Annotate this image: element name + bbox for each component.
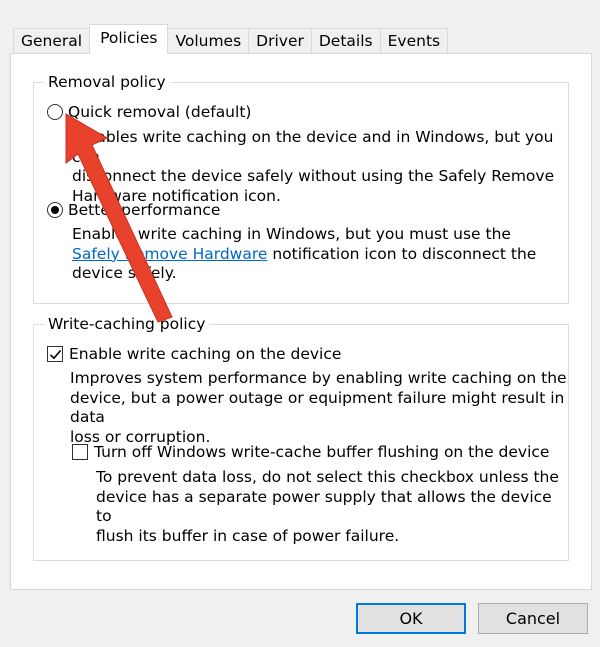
quick-removal-description: Disables write caching on the device and… [72, 128, 555, 205]
turn-off-flushing-label: Turn off Windows write-cache buffer flus… [94, 443, 550, 461]
better-performance-label: Better performance [68, 201, 221, 219]
cancel-button[interactable]: Cancel [478, 603, 588, 634]
write-caching-policy-title: Write-caching policy [44, 314, 210, 334]
policies-panel: Removal policy Quick removal (default) D… [10, 53, 592, 590]
checkmark-icon [49, 349, 61, 359]
tab-policies[interactable]: Policies [89, 24, 169, 54]
turn-off-flushing-checkbox[interactable] [72, 444, 88, 460]
enable-write-caching-checkbox[interactable] [47, 346, 63, 362]
better-performance-description: Enables write caching in Windows, but yo… [72, 225, 537, 282]
quick-removal-option[interactable]: Quick removal (default) [47, 103, 251, 121]
tab-details[interactable]: Details [310, 28, 381, 54]
enable-write-caching-option[interactable]: Enable write caching on the device [47, 345, 341, 363]
safely-remove-hardware-link[interactable]: Safely Remove Hardware [72, 245, 267, 263]
quick-removal-radio[interactable] [47, 104, 63, 120]
quick-removal-label: Quick removal (default) [68, 103, 252, 121]
tab-driver[interactable]: Driver [248, 28, 312, 54]
write-caching-policy-group: Write-caching policy Enable write cachin… [33, 314, 569, 561]
better-performance-option[interactable]: Better performance [47, 201, 220, 219]
tab-strip: General Policies Volumes Driver Details … [13, 24, 449, 54]
removal-policy-title: Removal policy [44, 72, 170, 92]
tab-general[interactable]: General [13, 28, 91, 54]
enable-write-caching-label: Enable write caching on the device [69, 345, 342, 363]
better-performance-radio[interactable] [47, 202, 63, 218]
turn-off-flushing-option[interactable]: Turn off Windows write-cache buffer flus… [72, 443, 549, 461]
removal-policy-group: Removal policy Quick removal (default) D… [33, 72, 569, 304]
turn-off-flushing-description: To prevent data loss, do not select this… [96, 468, 559, 545]
ok-button[interactable]: OK [356, 603, 466, 634]
tab-events[interactable]: Events [379, 28, 449, 54]
tab-volumes[interactable]: Volumes [167, 28, 250, 54]
enable-write-caching-description: Improves system performance by enabling … [70, 369, 567, 446]
